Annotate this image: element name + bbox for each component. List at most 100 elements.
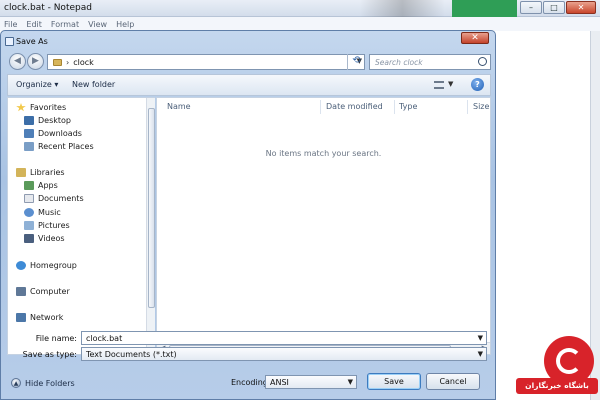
nav-favorites[interactable]: Favorites	[16, 103, 66, 112]
back-button[interactable]: ◀	[9, 53, 26, 70]
nav-desktop[interactable]: Desktop	[24, 116, 71, 125]
titlebar-decoration-green	[452, 0, 517, 17]
nav-downloads[interactable]: Downloads	[24, 129, 82, 138]
encoding-dropdown-icon[interactable]: ▼	[348, 378, 353, 386]
save-as-type-select[interactable]: Text Documents (*.txt) ▼	[81, 347, 487, 361]
apps-icon	[24, 181, 34, 190]
minimize-button[interactable]: –	[520, 1, 542, 14]
save-as-type-value: Text Documents (*.txt)	[86, 350, 177, 359]
nav-libraries-label: Libraries	[30, 168, 65, 177]
star-icon	[16, 103, 26, 112]
nav-homegroup[interactable]: Homegroup	[16, 261, 77, 270]
nav-computer[interactable]: Computer	[16, 287, 70, 296]
window-controls: – □ ✕	[519, 1, 596, 14]
save-as-type-label: Save as type:	[22, 350, 77, 359]
nav-downloads-label: Downloads	[38, 129, 82, 138]
help-button[interactable]: ?	[471, 78, 484, 91]
watermark-emblem-icon	[556, 348, 582, 374]
empty-results-message: No items match your search.	[265, 149, 382, 158]
change-view-icon[interactable]	[434, 81, 444, 89]
notepad-menubar: File Edit Format View Help	[0, 17, 600, 31]
save-as-type-dropdown-icon[interactable]: ▼	[478, 350, 483, 358]
desktop-icon	[24, 116, 34, 125]
nav-videos-label: Videos	[38, 234, 65, 243]
notepad-title: clock.bat - Notepad	[4, 3, 92, 13]
pictures-icon	[24, 221, 34, 230]
close-button[interactable]: ✕	[566, 1, 596, 14]
menu-edit[interactable]: Edit	[26, 20, 42, 29]
nav-apps-label: Apps	[38, 181, 58, 190]
nav-music-label: Music	[38, 208, 61, 217]
watermark-logo: باشگاه خبرنگاران	[516, 336, 598, 398]
search-box[interactable]: Search clock	[369, 54, 491, 70]
forward-button[interactable]: ▶	[27, 53, 44, 70]
address-bar[interactable]: › clock ▼	[47, 54, 365, 70]
search-icon[interactable]	[478, 57, 487, 66]
navigation-row: ◀ ▶ › clock ▼ ⟲ Search clock	[7, 52, 491, 72]
documents-icon	[24, 194, 34, 203]
column-type[interactable]: Type	[399, 102, 417, 111]
search-input[interactable]: Search clock	[375, 58, 423, 67]
nav-homegroup-label: Homegroup	[30, 261, 77, 270]
hide-folders-button[interactable]: ▲ Hide Folders	[11, 378, 75, 388]
nav-apps[interactable]: Apps	[24, 181, 58, 190]
dialog-footer: ▲ Hide Folders Encoding: ANSI ▼ Save Can…	[1, 363, 495, 399]
new-folder-button[interactable]: New folder	[72, 80, 115, 89]
nav-pane-scroll-thumb[interactable]	[148, 108, 155, 308]
menu-format[interactable]: Format	[51, 20, 79, 29]
view-dropdown-icon[interactable]: ▼	[448, 80, 453, 88]
file-name-label: File name:	[35, 334, 77, 343]
encoding-select[interactable]: ANSI ▼	[265, 375, 357, 389]
save-as-dialog: Save As ✕ ◀ ▶ › clock ▼ ⟲ Search clock O…	[0, 30, 496, 400]
file-list-pane: Name Date modified Type Size No items ma…	[156, 97, 491, 355]
dialog-app-icon	[5, 37, 14, 46]
refresh-button[interactable]: ⟲	[347, 54, 365, 70]
computer-icon	[16, 287, 26, 296]
nav-documents[interactable]: Documents	[24, 194, 84, 203]
videos-icon	[24, 234, 34, 243]
nav-desktop-label: Desktop	[38, 116, 71, 125]
nav-network-label: Network	[30, 313, 64, 322]
column-name[interactable]: Name	[167, 102, 191, 111]
encoding-value: ANSI	[270, 378, 289, 387]
watermark-text: باشگاه خبرنگاران	[525, 381, 589, 390]
column-divider[interactable]	[320, 100, 321, 114]
folder-icon	[53, 58, 62, 66]
nav-favorites-label: Favorites	[30, 103, 67, 112]
dialog-title: Save As	[16, 37, 48, 46]
menu-file[interactable]: File	[4, 20, 17, 29]
save-button[interactable]: Save	[367, 373, 421, 390]
nav-recent-places-label: Recent Places	[38, 142, 94, 151]
network-icon	[16, 313, 26, 322]
breadcrumb-separator: ›	[66, 57, 70, 67]
column-size[interactable]: Size	[473, 102, 489, 111]
music-icon	[24, 208, 34, 217]
column-date-modified[interactable]: Date modified	[326, 102, 383, 111]
file-name-dropdown-icon[interactable]: ▼	[478, 334, 483, 342]
maximize-button[interactable]: □	[543, 1, 565, 14]
breadcrumb-clock[interactable]: clock	[73, 58, 94, 67]
cancel-button[interactable]: Cancel	[426, 373, 480, 390]
nav-network[interactable]: Network	[16, 313, 63, 322]
menu-view[interactable]: View	[88, 20, 107, 29]
homegroup-icon	[16, 261, 26, 270]
file-name-input[interactable]: clock.bat ▼	[81, 331, 487, 345]
organize-button[interactable]: Organize ▾	[16, 80, 58, 89]
column-divider[interactable]	[394, 100, 395, 114]
nav-pane-scrollbar[interactable]	[146, 98, 155, 354]
nav-music[interactable]: Music	[24, 208, 61, 217]
nav-videos[interactable]: Videos	[24, 234, 65, 243]
hide-folders-label: Hide Folders	[25, 378, 75, 388]
notepad-titlebar: clock.bat - Notepad – □ ✕	[0, 0, 600, 17]
file-name-value: clock.bat	[86, 334, 123, 343]
nav-libraries[interactable]: Libraries	[16, 168, 65, 177]
menu-help[interactable]: Help	[116, 20, 134, 29]
column-divider[interactable]	[467, 100, 468, 114]
recent-places-icon	[24, 142, 34, 151]
chevron-up-icon: ▲	[11, 378, 21, 388]
nav-pictures[interactable]: Pictures	[24, 221, 70, 230]
downloads-icon	[24, 129, 34, 138]
libraries-icon	[16, 168, 26, 177]
dialog-close-button[interactable]: ✕	[461, 32, 489, 44]
nav-recent-places[interactable]: Recent Places	[24, 142, 94, 151]
